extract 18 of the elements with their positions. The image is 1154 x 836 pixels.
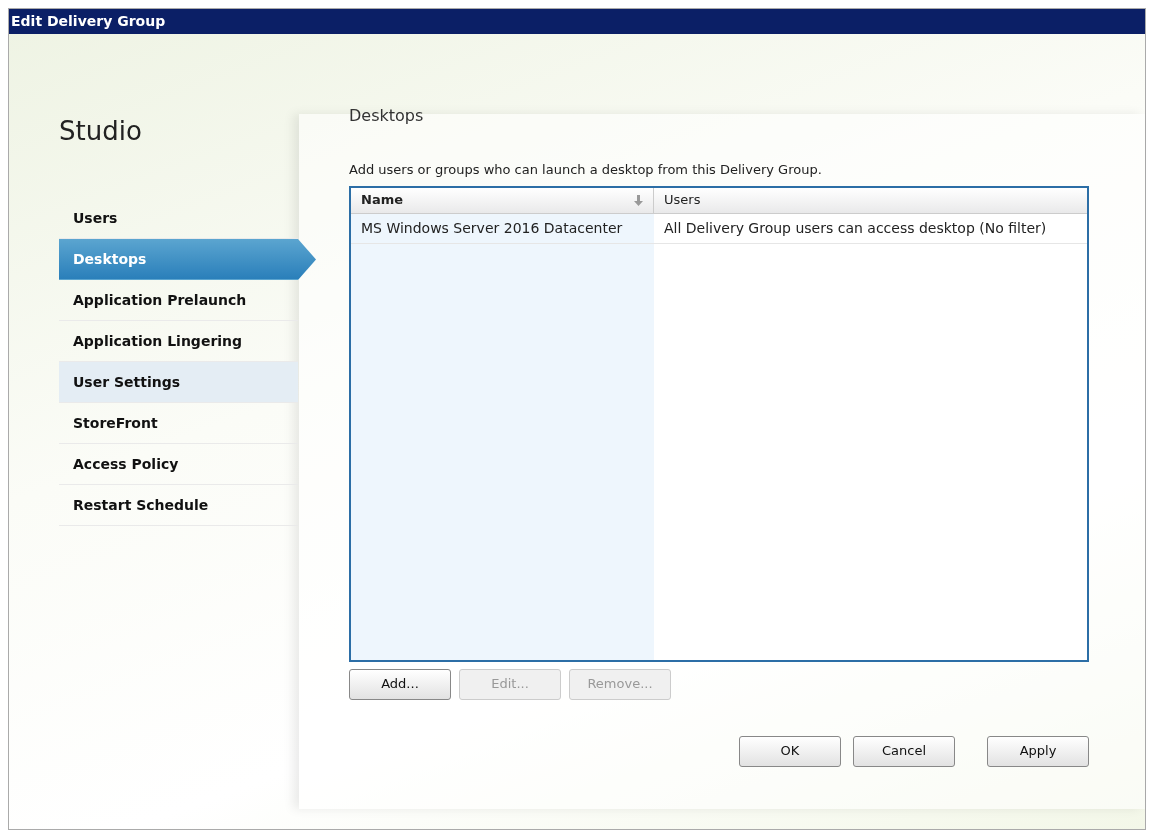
description: Add users or groups who can launch a desktop from this Delivery Group. — [349, 161, 823, 179]
window-title: Edit Delivery Group — [9, 9, 1145, 34]
page-heading: Desktops — [349, 105, 425, 127]
cancel-button[interactable]: Cancel — [853, 735, 955, 767]
column-header[interactable]: Name — [351, 187, 654, 213]
sidebar-item[interactable]: User Settings — [59, 362, 298, 403]
sidebar-item[interactable]: StoreFront — [59, 403, 298, 444]
app-title: Studio — [59, 115, 143, 148]
column-header[interactable]: Users — [654, 187, 1087, 213]
table-cell-text: MS Windows Server 2016 Datacenter — [360, 218, 624, 238]
sidebar-item[interactable]: Application Prelaunch — [59, 280, 298, 321]
ok-button[interactable]: OK — [739, 735, 841, 767]
table-cell-text: All Delivery Group users can access desktop (No filter) — [663, 218, 1048, 238]
sidebar-item[interactable]: Access Policy — [59, 444, 298, 485]
add-button[interactable]: Add... — [349, 668, 451, 700]
sort-descending-icon — [634, 194, 643, 206]
sidebar-item[interactable]: Restart Schedule — [59, 485, 298, 526]
apply-button[interactable]: Apply — [987, 735, 1089, 767]
